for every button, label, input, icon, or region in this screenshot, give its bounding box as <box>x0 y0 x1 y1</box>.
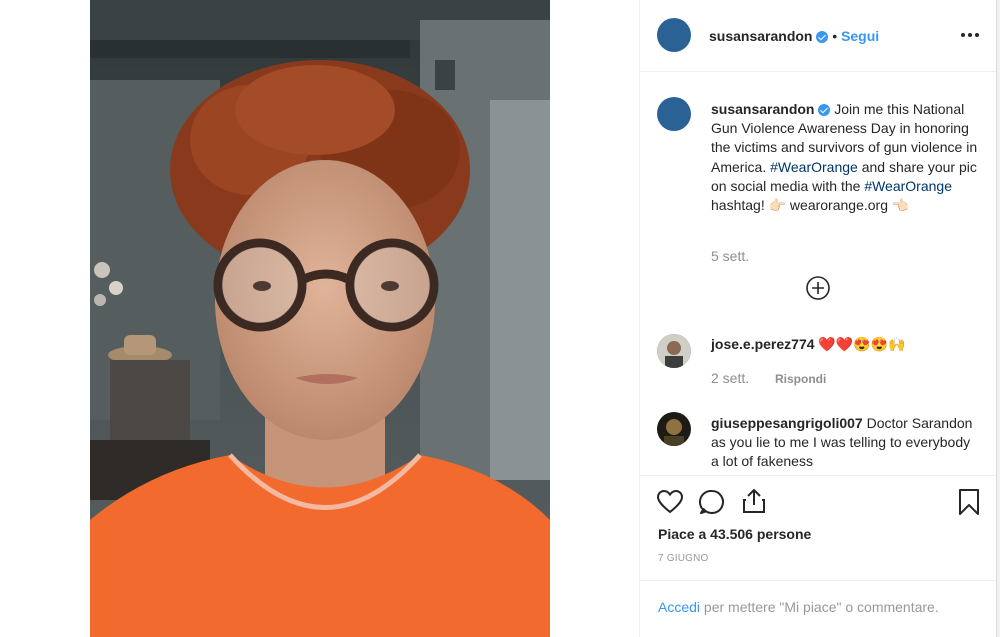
post-panel: susansarandon • Segui susansarandon Join… <box>639 0 997 637</box>
caption-avatar[interactable] <box>657 97 691 131</box>
comment-text: ❤️❤️😍😍🙌 <box>818 336 906 352</box>
login-text: per mettere "Mi piace" o commentare. <box>703 599 939 615</box>
hashtag-link[interactable]: #WearOrange <box>770 159 858 175</box>
comment-icon[interactable] <box>698 488 726 516</box>
separator-dot: • <box>832 28 838 44</box>
header-user-line: susansarandon • Segui <box>709 27 879 45</box>
follow-button[interactable]: Segui <box>841 28 879 44</box>
hashtag-link[interactable]: #WearOrange <box>864 178 952 194</box>
login-link[interactable]: Accedi <box>658 599 700 615</box>
page-gap <box>550 0 639 637</box>
heart-icon[interactable] <box>656 488 684 516</box>
author-avatar[interactable] <box>657 18 691 52</box>
post-photo[interactable] <box>90 0 550 637</box>
comment-2: giuseppesangrigoli007 Doctor Sarandon as… <box>711 414 981 472</box>
post-date[interactable]: 7 GIUGNO <box>658 553 709 564</box>
post-header: susansarandon • Segui <box>640 0 997 72</box>
caption-age: 5 sett. <box>711 248 750 264</box>
commenter-avatar[interactable] <box>657 412 691 446</box>
page-margin-left <box>0 0 90 637</box>
reply-button[interactable]: Rispondi <box>775 372 826 386</box>
login-prompt: Accedi per mettere "Mi piace" o commenta… <box>640 580 997 637</box>
page-margin-right <box>996 0 1000 637</box>
plus-circle-icon[interactable] <box>805 275 831 301</box>
post-actions: Piace a 43.506 persone 7 GIUGNO <box>640 475 997 575</box>
share-icon[interactable] <box>740 487 768 515</box>
more-options-icon[interactable] <box>958 26 982 44</box>
verified-badge-icon <box>816 31 829 44</box>
comment-username[interactable]: giuseppesangrigoli007 <box>711 415 863 431</box>
comment-age: 2 sett. <box>711 370 750 386</box>
author-username[interactable]: susansarandon <box>709 28 812 44</box>
caption-username[interactable]: susansarandon <box>711 101 814 117</box>
caption: susansarandon Join me this National Gun … <box>711 100 981 215</box>
verified-badge-icon <box>818 104 831 117</box>
login-line: Accedi per mettere "Mi piace" o commenta… <box>658 599 939 615</box>
comment-username[interactable]: jose.e.perez774 <box>711 336 815 352</box>
likes-count[interactable]: Piace a 43.506 persone <box>658 526 811 542</box>
comment-1: jose.e.perez774 ❤️❤️😍😍🙌 <box>711 336 981 353</box>
caption-text-3: hashtag! 👉🏻 wearorange.org 👈🏻 <box>711 197 910 214</box>
bookmark-icon[interactable] <box>956 488 982 516</box>
comments-list[interactable]: susansarandon Join me this National Gun … <box>640 72 997 475</box>
commenter-avatar[interactable] <box>657 334 691 368</box>
selfie-image <box>90 0 550 637</box>
